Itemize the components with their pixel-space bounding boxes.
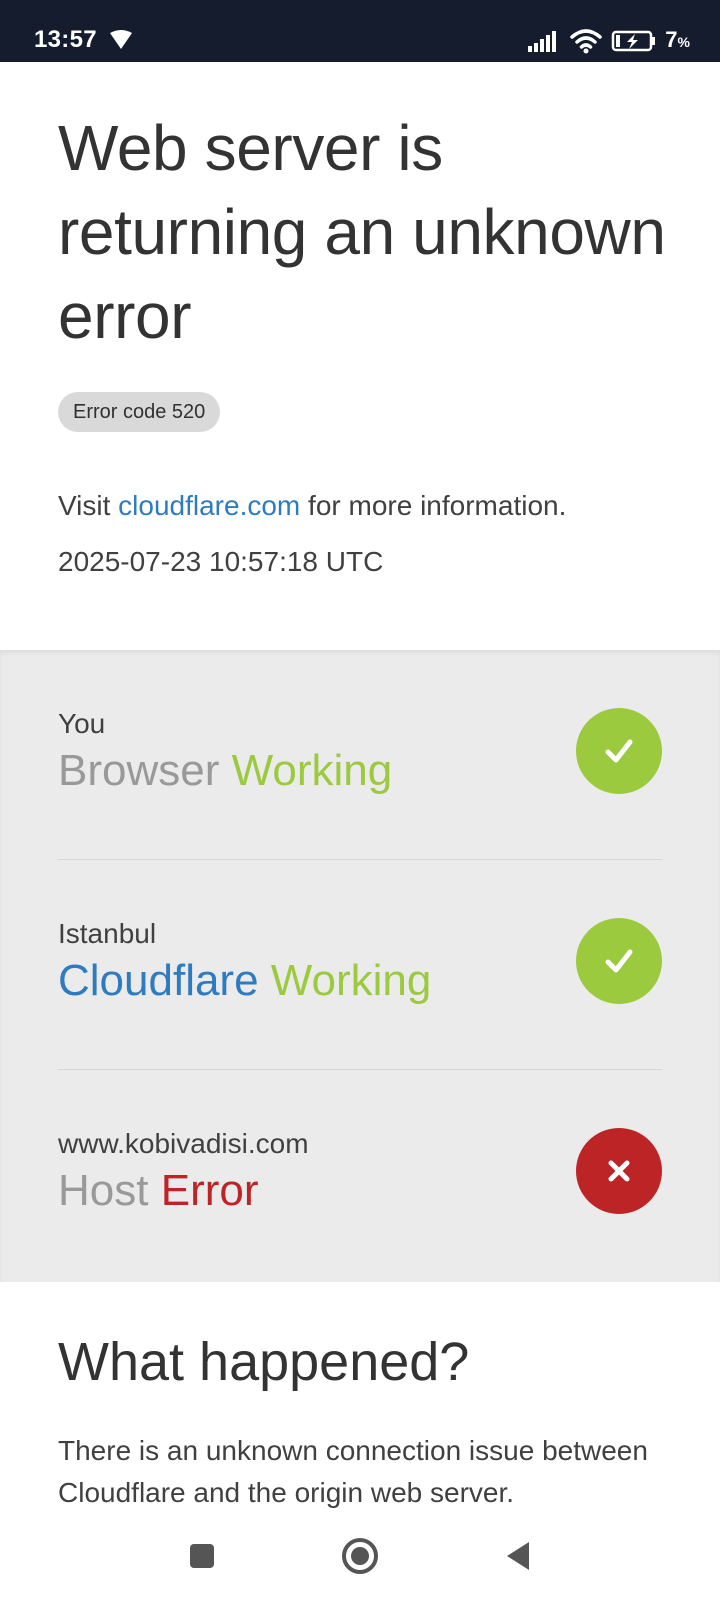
row-name: Cloudflare: [58, 956, 259, 1005]
status-row-browser: You Browser Working: [58, 650, 662, 860]
status-row-cloudflare: Istanbul Cloudflare Working: [58, 860, 662, 1070]
location-icon: [110, 30, 132, 49]
check-icon: [576, 708, 662, 794]
check-icon: [576, 918, 662, 1004]
error-code-badge: Error code 520: [58, 392, 221, 432]
row-status: Browser Working: [58, 744, 392, 798]
battery-level: 7%: [665, 27, 690, 52]
what-happened-text: There is an unknown connection issue bet…: [58, 1435, 648, 1508]
row-status: Host Error: [58, 1164, 259, 1218]
cloudflare-link[interactable]: cloudflare.com: [118, 490, 300, 521]
page-title: Web server is returning an unknown error: [58, 112, 666, 352]
row-state: Working: [231, 746, 393, 795]
row-name: Host: [58, 1166, 149, 1215]
row-location: You: [58, 708, 106, 739]
status-icons: 7%: [527, 26, 690, 56]
recent-apps-button[interactable]: [178, 1532, 226, 1580]
error-header: Web server is returning an unknown error…: [0, 62, 720, 650]
row-state: Working: [270, 956, 432, 1005]
signal-icon: [528, 31, 557, 52]
status-bar: 13:57 7%: [0, 0, 720, 62]
row-state: Error: [160, 1166, 259, 1215]
status-row-host: www.kobivadisi.com Host Error: [58, 1070, 662, 1280]
battery-charging-icon: [612, 30, 656, 52]
status-time: 13:57: [34, 26, 97, 53]
what-happened-section: What happened? There is an unknown conne…: [0, 1282, 720, 1514]
info-line: Visit cloudflare.com for more informatio…: [58, 490, 567, 521]
row-location: www.kobivadisi.com: [58, 1128, 309, 1159]
timestamp: 2025-07-23 10:57:18 UTC: [58, 546, 384, 577]
row-name: Browser: [58, 746, 220, 795]
square-icon: [190, 1544, 214, 1568]
back-button[interactable]: [494, 1532, 542, 1580]
back-triangle-icon: [507, 1542, 529, 1570]
row-status: Cloudflare Working: [58, 954, 431, 1008]
circle-icon: [342, 1538, 378, 1574]
wifi-icon: [570, 29, 603, 54]
row-location: Istanbul: [58, 918, 157, 949]
home-button[interactable]: [336, 1532, 384, 1580]
what-happened-title: What happened?: [58, 1332, 470, 1392]
error-x-icon: [576, 1128, 662, 1214]
status-panel: You Browser Working Istanbul Cloudflare …: [0, 650, 720, 1282]
navigation-bar: [0, 1514, 720, 1600]
